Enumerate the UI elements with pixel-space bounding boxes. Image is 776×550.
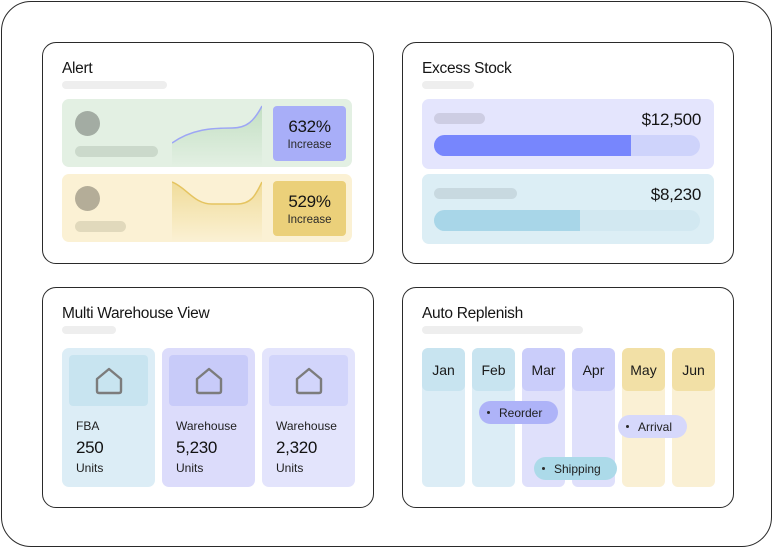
- warehouse-name: Warehouse: [176, 419, 237, 433]
- bullet-icon: [626, 425, 629, 428]
- progress-fill: [434, 135, 631, 156]
- warehouse-units-label: Units: [76, 461, 104, 475]
- event-label: Arrival: [638, 419, 673, 434]
- warehouse-card[interactable]: Warehouse 2,320 Units: [262, 348, 355, 487]
- excess-stock-title: Excess Stock: [422, 60, 512, 77]
- warehouse-card[interactable]: Warehouse 5,230 Units: [162, 348, 255, 487]
- alert-label: Increase: [287, 139, 332, 151]
- auto-replenish-title: Auto Replenish: [422, 305, 523, 322]
- alert-percent: 632%: [288, 117, 331, 136]
- excess-stock-panel: Excess Stock $12,500 $8,230: [402, 42, 734, 264]
- alert-title: Alert: [62, 60, 93, 77]
- excess-row[interactable]: $8,230: [422, 174, 714, 244]
- excess-subtitle-placeholder: [422, 81, 474, 89]
- month-header: Feb: [472, 348, 515, 391]
- alert-label: Increase: [287, 214, 332, 226]
- progress-fill: [434, 210, 581, 231]
- multi-warehouse-title: Multi Warehouse View: [62, 305, 210, 322]
- text-placeholder: [434, 113, 485, 124]
- text-placeholder: [75, 221, 126, 232]
- progress-track: [434, 135, 700, 156]
- warehouse-units-value: 5,230: [176, 438, 218, 457]
- sparkline-dip: [172, 181, 262, 242]
- warehouse-units-value: 250: [76, 438, 104, 457]
- event-pill-arrival[interactable]: Arrival: [618, 415, 687, 438]
- warehouse-name: Warehouse: [276, 419, 337, 433]
- month-header: Jun: [672, 348, 715, 391]
- alert-subtitle-placeholder: [62, 81, 167, 89]
- home-icon: [295, 367, 322, 394]
- alert-panel: Alert 632% Increase 529% Increase: [42, 42, 374, 264]
- avatar-placeholder: [75, 111, 100, 136]
- event-pill-shipping[interactable]: Shipping: [534, 457, 617, 480]
- text-placeholder: [434, 188, 517, 199]
- home-icon: [195, 367, 222, 394]
- warehouse-card[interactable]: FBA 250 Units: [62, 348, 155, 487]
- avatar-placeholder: [75, 186, 100, 211]
- warehouse-subtitle-placeholder: [62, 326, 116, 334]
- warehouse-units-value: 2,320: [276, 438, 318, 457]
- warehouse-units-label: Units: [176, 461, 204, 475]
- bullet-icon: [542, 467, 545, 470]
- auto-replenish-panel: Auto Replenish Jan Feb Mar Apr May Jun R…: [402, 287, 734, 508]
- bullet-icon: [487, 411, 490, 414]
- month-header: Jan: [422, 348, 465, 391]
- event-label: Reorder: [499, 405, 543, 420]
- replenish-subtitle-placeholder: [422, 326, 583, 334]
- alert-badge: 632% Increase: [273, 106, 346, 161]
- month-column-jan[interactable]: Jan: [422, 348, 465, 487]
- warehouse-units-label: Units: [276, 461, 304, 475]
- month-header: Apr: [572, 348, 615, 391]
- text-placeholder: [75, 146, 158, 157]
- event-pill-reorder[interactable]: Reorder: [479, 401, 558, 424]
- alert-badge: 529% Increase: [273, 181, 346, 236]
- excess-row[interactable]: $12,500: [422, 99, 714, 169]
- month-header: May: [622, 348, 665, 391]
- multi-warehouse-panel: Multi Warehouse View FBA 250 Units Wareh…: [42, 287, 374, 508]
- progress-track: [434, 210, 700, 231]
- warehouse-name: FBA: [76, 419, 100, 433]
- sparkline-rising: [172, 105, 262, 167]
- alert-percent: 529%: [288, 192, 331, 211]
- excess-value: $12,500: [641, 110, 702, 129]
- month-header: Mar: [522, 348, 565, 391]
- alert-row[interactable]: 529% Increase: [62, 174, 352, 242]
- alert-row[interactable]: 632% Increase: [62, 99, 352, 167]
- home-icon: [95, 367, 122, 394]
- excess-value: $8,230: [650, 185, 702, 204]
- event-label: Shipping: [554, 461, 601, 476]
